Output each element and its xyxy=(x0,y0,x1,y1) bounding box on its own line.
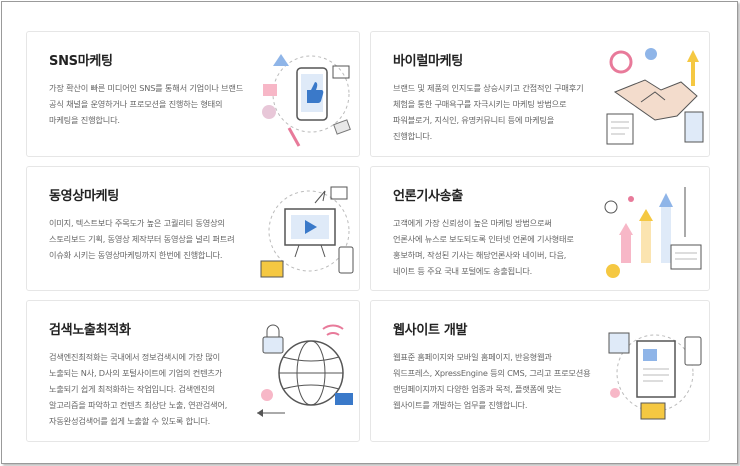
sns-illustration-icon xyxy=(262,54,351,147)
service-title: 언론기사송출 xyxy=(393,189,463,204)
service-card-website[interactable]: 웹사이트 개발 웹표준 홈페이지와 모바일 홈페이지, 반응형웹과 워드프레스,… xyxy=(370,300,710,442)
service-description: 검색엔진최적화는 국내에서 정보검색시에 가장 많이 노출되는 N사, D사의 … xyxy=(49,352,228,426)
service-card-sns[interactable]: SNS마케팅 가장 확산이 빠른 미디어인 SNS를 통해서 기업이나 브랜드 … xyxy=(26,31,360,157)
service-description: 브랜드 및 제품의 인지도를 상승시키고 간접적인 구매후기 체험을 통한 구매… xyxy=(393,83,584,141)
services-panel: SNS마케팅 가장 확산이 빠른 미디어인 SNS를 통해서 기업이나 브랜드 … xyxy=(1,1,738,464)
service-title: 검색노출최적화 xyxy=(49,323,131,338)
website-document-illustration-icon xyxy=(608,332,702,420)
service-title: 웹사이트 개발 xyxy=(393,323,468,338)
service-description: 가장 확산이 빠른 미디어인 SNS를 통해서 기업이나 브랜드 공식 채널을 … xyxy=(49,83,244,125)
globe-illustration-icon xyxy=(257,324,353,417)
service-card-video[interactable]: 동영상마케팅 이미지, 텍스트보다 주목도가 높은 고퀄리티 동영상의 스토리보… xyxy=(26,166,360,291)
service-description: 웹표준 홈페이지와 모바일 홈페이지, 반응형웹과 워드프레스, XpressE… xyxy=(393,352,591,410)
service-title: SNS마케팅 xyxy=(49,54,113,69)
video-illustration-icon xyxy=(260,186,354,278)
service-title: 동영상마케팅 xyxy=(49,189,119,204)
service-title: 바이럴마케팅 xyxy=(393,54,463,69)
service-description: 이미지, 텍스트보다 주목도가 높은 고퀄리티 동영상의 스토리보드 기획, 동… xyxy=(49,218,235,260)
service-card-press[interactable]: 언론기사송출 고객에게 가장 신뢰성이 높은 마케팅 방법으로써 언론사에 뉴스… xyxy=(370,166,710,291)
service-card-viral[interactable]: 바이럴마케팅 브랜드 및 제품의 인지도를 상승시키고 간접적인 구매후기 체험… xyxy=(370,31,710,157)
handshake-illustration-icon xyxy=(606,48,704,145)
service-card-seo[interactable]: 검색노출최적화 검색엔진최적화는 국내에서 정보검색시에 가장 많이 노출되는 … xyxy=(26,300,360,442)
growth-chart-illustration-icon xyxy=(604,187,702,278)
service-description: 고객에게 가장 신뢰성이 높은 마케팅 방법으로써 언론사에 뉴스로 보도되도록… xyxy=(393,218,574,276)
